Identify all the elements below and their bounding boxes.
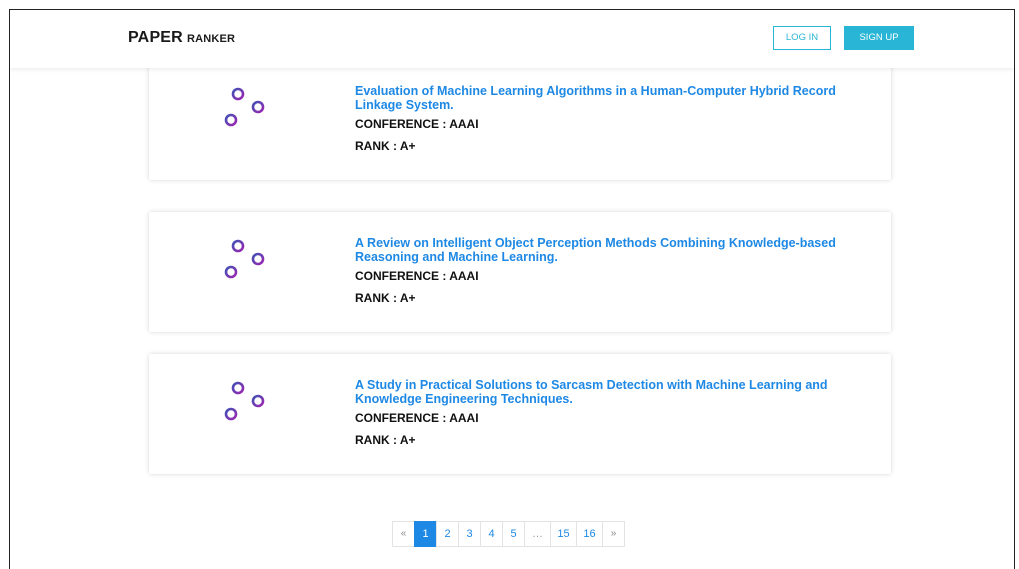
sliders-icon bbox=[219, 381, 275, 421]
brand-sub: RANKER bbox=[186, 33, 236, 45]
brand-main: PAPER bbox=[128, 29, 183, 46]
pagination-next-button[interactable]: » bbox=[602, 521, 625, 547]
brand-logo[interactable]: PAPER RANKER bbox=[128, 29, 235, 47]
pagination-page-3[interactable]: 3 bbox=[458, 521, 481, 547]
paper-title-link[interactable]: Evaluation of Machine Learning Algorithm… bbox=[355, 84, 855, 112]
paper-rank: RANK : A+ bbox=[355, 139, 416, 153]
pagination-page-2[interactable]: 2 bbox=[436, 521, 459, 547]
paper-card: Evaluation of Machine Learning Algorithm… bbox=[149, 60, 891, 180]
pagination-page-1[interactable]: 1 bbox=[414, 521, 437, 547]
paper-title-link[interactable]: A Study in Practical Solutions to Sarcas… bbox=[355, 378, 855, 406]
paper-info: A Review on Intelligent Object Perceptio… bbox=[355, 236, 855, 305]
sliders-icon bbox=[219, 239, 275, 279]
pagination-page-4[interactable]: 4 bbox=[480, 521, 503, 547]
login-button[interactable]: LOG IN bbox=[773, 26, 831, 50]
pagination-prev-button[interactable]: « bbox=[392, 521, 415, 547]
pagination-page-15[interactable]: 15 bbox=[550, 521, 577, 547]
paper-title-link[interactable]: A Review on Intelligent Object Perceptio… bbox=[355, 236, 855, 264]
paper-info: A Study in Practical Solutions to Sarcas… bbox=[355, 378, 855, 447]
pagination-ellipsis: … bbox=[524, 521, 551, 547]
paper-rank: RANK : A+ bbox=[355, 433, 416, 447]
pagination-page-5[interactable]: 5 bbox=[502, 521, 525, 547]
navbar: PAPER RANKER LOG IN SIGN UP bbox=[10, 10, 1014, 68]
pagination: « 1 2 3 4 5 … 15 16 » bbox=[392, 521, 625, 547]
paper-card: A Study in Practical Solutions to Sarcas… bbox=[149, 354, 891, 474]
signup-button[interactable]: SIGN UP bbox=[844, 26, 914, 50]
pagination-page-16[interactable]: 16 bbox=[576, 521, 603, 547]
paper-conference: CONFERENCE : AAAI bbox=[355, 411, 479, 425]
paper-conference: CONFERENCE : AAAI bbox=[355, 117, 479, 131]
paper-info: Evaluation of Machine Learning Algorithm… bbox=[355, 84, 855, 153]
paper-card: A Review on Intelligent Object Perceptio… bbox=[149, 212, 891, 332]
sliders-icon bbox=[219, 87, 275, 127]
page-frame: PAPER RANKER LOG IN SIGN UP Evaluation of… bbox=[9, 9, 1015, 569]
paper-rank: RANK : A+ bbox=[355, 291, 416, 305]
paper-conference: CONFERENCE : AAAI bbox=[355, 269, 479, 283]
